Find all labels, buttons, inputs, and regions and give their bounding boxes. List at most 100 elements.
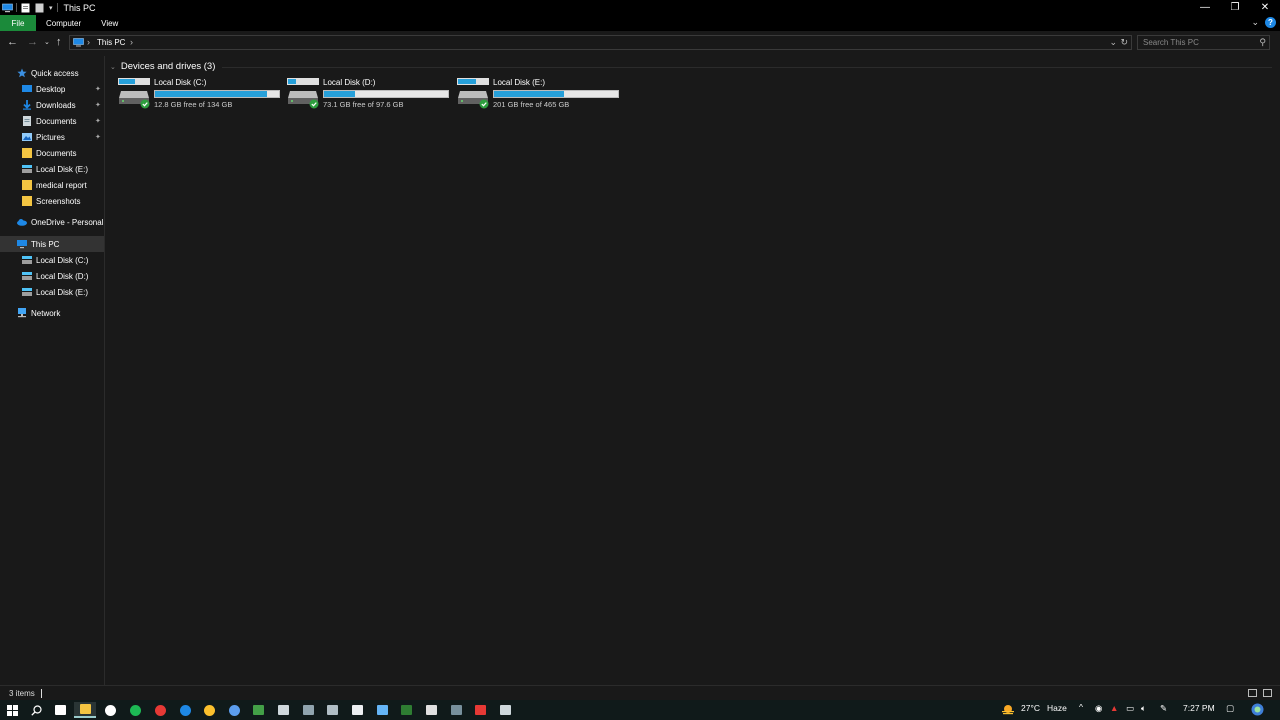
pen-icon[interactable]: ✎ (1160, 703, 1167, 714)
pin-icon[interactable]: ✦ (95, 85, 101, 93)
customize-toolbar-icon[interactable]: ▾ (49, 4, 53, 12)
app-icon[interactable] (469, 702, 491, 718)
nav-item-local-disk-e-pc[interactable]: Local Disk (E:) (22, 284, 88, 300)
tab-file[interactable]: File (0, 15, 36, 31)
recent-locations-icon[interactable]: ⌄ (44, 37, 50, 48)
volume-icon[interactable]: 🔈︎ (1141, 703, 1146, 714)
drive-usage-fill (155, 91, 268, 97)
drive-icon (22, 164, 32, 174)
nav-item-downloads[interactable]: Downloads (22, 97, 76, 113)
new-folder-icon[interactable] (35, 3, 45, 13)
clock[interactable]: 7:27 PM (1183, 703, 1215, 713)
nav-onedrive[interactable]: OneDrive - Personal (17, 214, 103, 230)
chrome-icon[interactable] (198, 702, 220, 718)
edge-icon-glyph (179, 704, 191, 716)
tab-computer[interactable]: Computer (36, 15, 91, 31)
nav-this-pc-label: This PC (31, 239, 60, 249)
details-view-icon[interactable] (1248, 689, 1257, 697)
app-tray-icon[interactable]: ▲ (1110, 703, 1118, 713)
nav-item-medical-report[interactable]: medical report (22, 177, 87, 193)
item-count: 3 items (9, 689, 35, 698)
nav-item-local-disk-e[interactable]: Local Disk (E:) (22, 161, 88, 177)
address-bar[interactable]: › This PC › ⌄ ↻ (69, 35, 1132, 50)
up-button[interactable]: ↑ (56, 37, 62, 48)
restore-button[interactable]: ❐ (1220, 0, 1250, 15)
large-icons-view-icon[interactable] (1263, 689, 1272, 697)
minimize-button[interactable]: — (1190, 0, 1220, 15)
refresh-icon[interactable]: ↻ (1120, 37, 1128, 48)
cloud-icon (17, 217, 27, 227)
nav-this-pc[interactable]: This PC (0, 236, 104, 252)
app-icon[interactable] (371, 702, 393, 718)
app-icon[interactable] (494, 702, 516, 718)
search-icon[interactable] (25, 702, 47, 718)
breadcrumb-separator[interactable]: › (130, 37, 133, 47)
file-explorer-icon[interactable] (74, 702, 96, 718)
devices-group-header[interactable]: ⌄ Devices and drives (3) (110, 61, 215, 72)
task-view-icon[interactable] (49, 702, 71, 718)
app-icon-glyph (252, 705, 264, 715)
opera-icon-glyph (154, 704, 166, 716)
network-tray-icon[interactable]: ▭ (1126, 703, 1134, 714)
expand-ribbon-icon[interactable]: ⌄ (1251, 17, 1259, 28)
app-icon[interactable] (445, 702, 467, 718)
this-pc-icon[interactable] (2, 3, 13, 13)
nav-item-local-disk-d[interactable]: Local Disk (D:) (22, 268, 88, 284)
weather-icon[interactable] (1001, 703, 1015, 717)
app-icon[interactable] (247, 702, 269, 718)
copilot-icon[interactable] (1251, 703, 1264, 718)
browser-icon[interactable] (223, 702, 245, 718)
tab-view[interactable]: View (91, 15, 128, 31)
nav-item-screenshots[interactable]: Screenshots (22, 193, 80, 209)
app-icon[interactable] (297, 702, 319, 718)
media-player-icon[interactable] (99, 702, 121, 718)
app-icon[interactable] (395, 702, 417, 718)
search-box[interactable]: Search This PC ⚲ (1137, 35, 1270, 50)
nav-item-documents-folder[interactable]: Documents (22, 145, 76, 161)
opera-icon[interactable] (149, 702, 171, 718)
back-button[interactable]: ← (7, 37, 18, 48)
taskbar: 27°C Haze ^ ◉ ▲ ▭ 🔈︎ ✎ 7:27 PM ▢ (0, 700, 1280, 720)
record-icon[interactable]: ◉ (1095, 703, 1102, 714)
nav-item-documents[interactable]: Documents (22, 113, 76, 129)
ribbon-tabs: File Computer View ⌄ ? (0, 15, 1280, 31)
nav-item-pictures[interactable]: Pictures (22, 129, 65, 145)
app-icon[interactable] (420, 702, 442, 718)
properties-icon[interactable] (21, 3, 31, 13)
notifications-icon[interactable]: ▢ (1226, 703, 1234, 714)
edge-icon[interactable] (174, 702, 196, 718)
search-icon[interactable]: ⚲ (1259, 37, 1266, 48)
drive-tile-d[interactable]: Local Disk (D:) 73.1 GB free of 97.6 GB (287, 76, 452, 112)
folder-icon (22, 148, 32, 158)
nav-quick-access[interactable]: Quick access (17, 65, 79, 81)
forward-button[interactable]: → (27, 37, 38, 48)
drive-tile-c[interactable]: Local Disk (C:) 12.8 GB free of 134 GB (118, 76, 283, 112)
app-icon[interactable] (346, 702, 368, 718)
breadcrumb-this-pc[interactable]: This PC (97, 38, 125, 47)
weather-temperature[interactable]: 27°C (1021, 703, 1040, 713)
separator (56, 3, 58, 12)
close-button[interactable]: ✕ (1250, 0, 1280, 15)
hard-drive-icon (457, 77, 491, 109)
breadcrumb-separator[interactable]: › (87, 37, 90, 47)
app-icon[interactable] (321, 702, 343, 718)
start-button[interactable] (1, 702, 23, 718)
pin-icon[interactable]: ✦ (95, 117, 101, 125)
app-icon-glyph (425, 705, 437, 715)
nav-item-desktop[interactable]: Desktop (22, 81, 65, 97)
drive-free-space: 12.8 GB free of 134 GB (154, 100, 233, 109)
nav-item-label: Local Disk (C:) (36, 255, 89, 265)
address-dropdown-icon[interactable]: ⌄ (1109, 37, 1117, 48)
spotify-icon[interactable] (124, 702, 146, 718)
folder-icon (22, 180, 32, 190)
chevron-down-icon[interactable]: ⌄ (110, 63, 116, 71)
show-hidden-icons-icon[interactable]: ^ (1079, 702, 1083, 712)
help-icon[interactable]: ? (1265, 17, 1276, 28)
drive-tile-e[interactable]: Local Disk (E:) 201 GB free of 465 GB (457, 76, 622, 112)
weather-description[interactable]: Haze (1047, 703, 1067, 713)
pin-icon[interactable]: ✦ (95, 101, 101, 109)
nav-network[interactable]: Network (17, 305, 60, 321)
pin-icon[interactable]: ✦ (95, 133, 101, 141)
nav-item-local-disk-c[interactable]: Local Disk (C:) (22, 252, 88, 268)
app-icon[interactable] (272, 702, 294, 718)
